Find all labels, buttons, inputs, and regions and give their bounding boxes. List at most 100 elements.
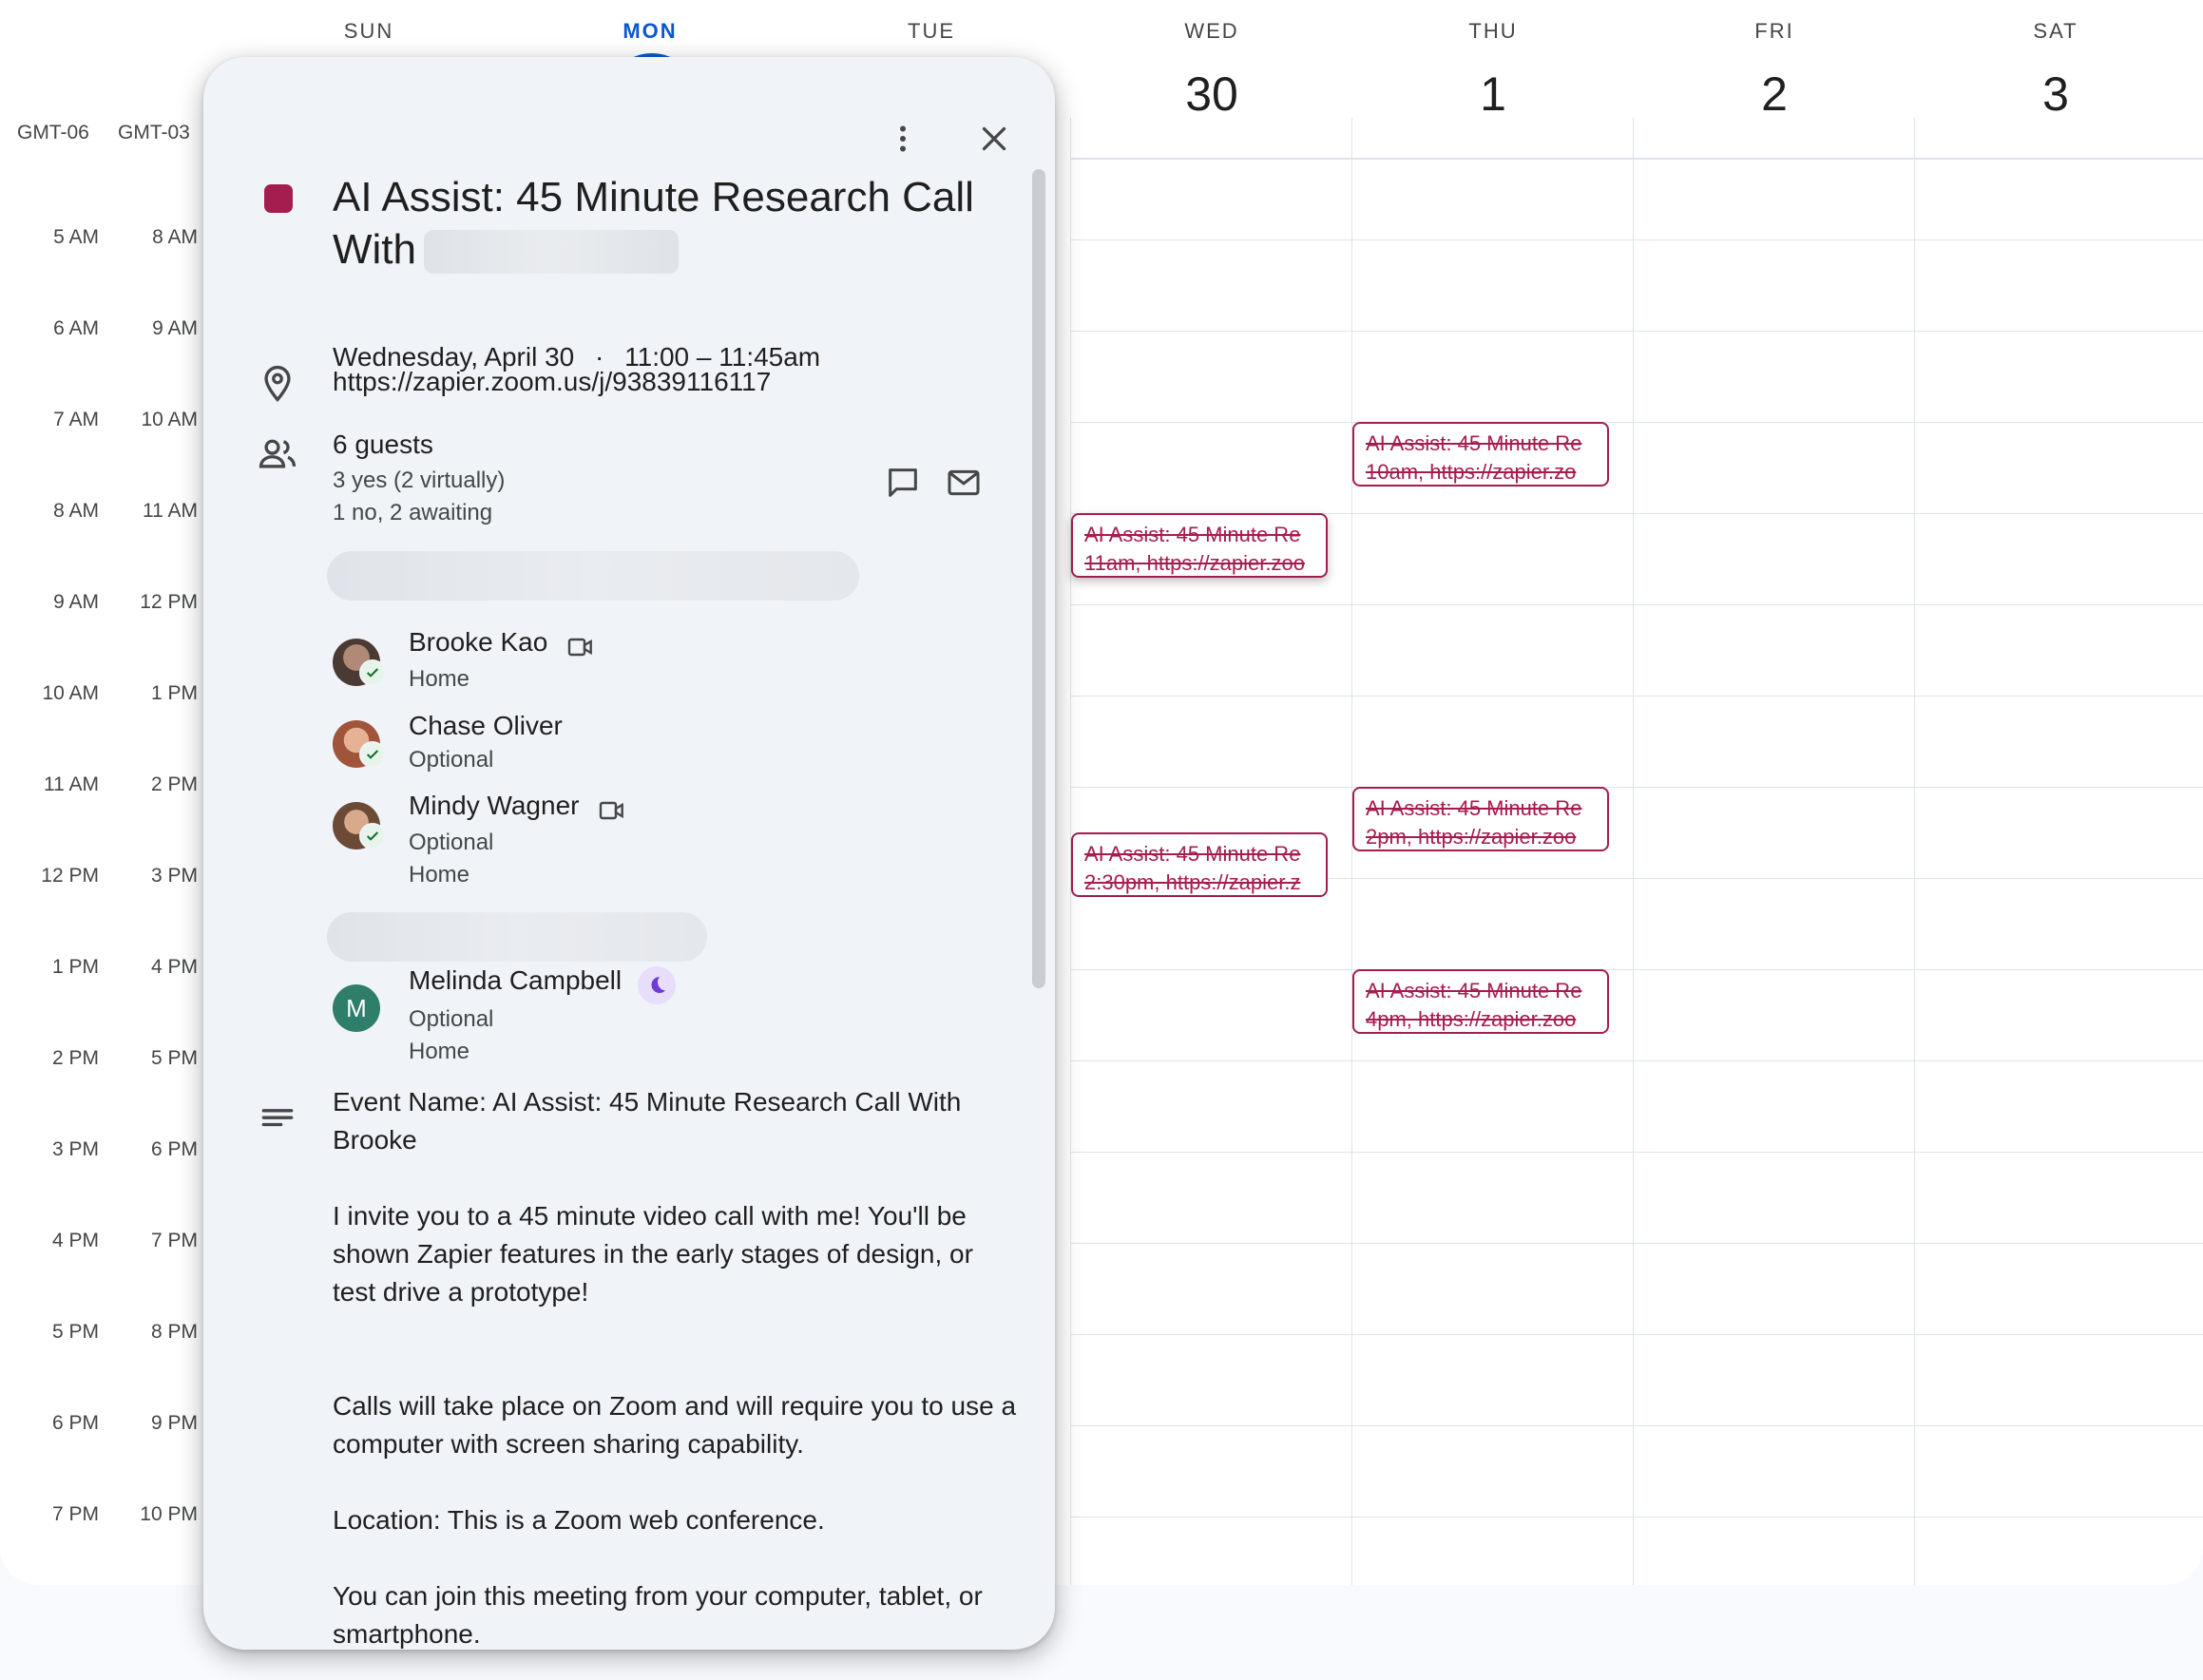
guest-name: Chase Oliver [409,711,563,740]
guest-item[interactable]: Brooke Kao Home [409,627,596,693]
popup-scrollbar[interactable] [1032,169,1045,988]
description-paragraph: I invite you to a 45 minute video call w… [333,1201,973,1307]
notes-icon [261,1109,294,1127]
location-pin-icon [264,365,291,402]
day-number[interactable]: 1 [1352,67,1634,122]
time-label-secondary: 2 PM [150,773,198,795]
guest-detail: Optional [409,829,494,855]
description-paragraph: Location: This is a Zoom web conference. [333,1505,825,1535]
time-label-secondary: 10 AM [141,409,198,430]
event-detail: 11am, https://zapier.zoo [1084,551,1305,575]
time-label-primary: 8 AM [53,500,99,522]
time-label-primary: 5 PM [51,1321,99,1343]
redacted-guest-row [327,912,707,962]
hour-gridline [1070,331,2203,332]
event-chip-wed-11am[interactable]: AI Assist: 45 Minute Re 11am, https://za… [1071,513,1328,578]
chat-guests-button[interactable] [872,452,933,513]
time-label-secondary: 7 PM [150,1230,198,1251]
time-label-secondary: 9 PM [150,1412,198,1434]
guest-item[interactable]: Chase Oliver Optional [409,711,563,773]
time-label-secondary: 5 PM [150,1047,198,1069]
event-color-indicator [264,184,293,213]
guest-detail: Home [409,665,470,692]
header-divider [1070,158,2203,160]
check-icon [366,668,379,678]
time-label-primary: 3 PM [51,1138,99,1160]
hour-gridline [1070,1334,2203,1335]
day-number[interactable]: 30 [1071,67,1352,122]
chat-icon [889,468,917,497]
time-label-secondary: 11 AM [143,500,198,522]
time-label-secondary: 3 PM [150,865,198,887]
day-name: MON [623,19,678,43]
event-chip-thu-4pm[interactable]: AI Assist: 45 Minute Re 4pm, https://zap… [1352,969,1609,1034]
avatar-initial: M [333,984,380,1032]
guest-item[interactable]: Mindy Wagner Optional Home [409,791,627,888]
day-name: TUE [908,19,955,43]
guest-name: Melinda Campbell [409,965,623,995]
day-column-divider [1914,118,1915,1585]
accepted-check-icon [359,741,386,768]
description-paragraph: Calls will take place on Zoom and will r… [333,1391,1017,1459]
description-paragraph: You can join this meeting from your comp… [333,1581,983,1649]
hour-gridline [1070,787,2203,788]
day-column-divider [1633,118,1634,1585]
day-number[interactable]: 2 [1634,67,1915,122]
time-label-primary: 7 PM [51,1503,99,1525]
guest-name: Mindy Wagner [409,791,580,820]
time-label-secondary: 10 PM [140,1503,198,1525]
email-icon [948,469,980,496]
guest-item[interactable]: Melinda Campbell Optional Home [409,965,676,1065]
accepted-check-icon [359,823,386,850]
timezone-primary[interactable]: GMT-06 [17,122,89,144]
event-title: AI Assist: 45 Minute Re [1084,842,1301,866]
day-name: FRI [1754,19,1794,43]
more-vert-icon [900,125,906,152]
hour-gridline [1070,696,2203,697]
guests-count[interactable]: 6 guests [333,430,433,460]
time-label-secondary: 6 PM [150,1138,198,1160]
time-label-primary: 10 AM [42,682,99,704]
guest-detail: Optional [409,747,494,773]
hour-gridline [1070,1152,2203,1153]
accepted-check-icon [359,659,386,686]
hour-gridline [1070,239,2203,240]
location-link[interactable]: https://zapier.zoom.us/j/93839116117 [333,367,771,397]
hour-gridline [1070,422,2203,423]
time-label-primary: 6 PM [51,1412,99,1434]
check-icon [366,831,379,841]
time-label-secondary: 8 AM [152,226,198,248]
time-label-primary: 2 PM [51,1047,99,1069]
guest-name: Brooke Kao [409,627,548,657]
event-chip-wed-230pm[interactable]: AI Assist: 45 Minute Re 2:30pm, https://… [1071,832,1328,897]
time-label-primary: 9 AM [53,591,99,613]
people-icon [259,439,297,468]
time-label-primary: 7 AM [53,409,99,430]
event-detail: 2:30pm, https://zapier.z [1084,870,1301,894]
guest-detail: Home [409,1038,470,1064]
event-detail: 4pm, https://zapier.zoo [1366,1007,1577,1031]
event-detail: 2pm, https://zapier.zoo [1366,825,1577,849]
time-label-primary: 5 AM [53,226,99,248]
close-button[interactable] [964,108,1025,169]
hour-gridline [1070,1243,2203,1244]
guests-other-summary: 1 no, 2 awaiting [333,500,493,525]
event-chip-thu-10am[interactable]: AI Assist: 45 Minute Re 10am, https://za… [1352,422,1609,487]
hour-gridline [1070,604,2203,605]
redacted-guest-row [327,551,859,601]
check-icon [366,750,379,759]
email-guests-button[interactable] [933,452,994,513]
video-icon [567,638,592,656]
event-chip-thu-2pm[interactable]: AI Assist: 45 Minute Re 2pm, https://zap… [1352,787,1609,851]
time-label-secondary: 12 PM [140,591,198,613]
timezone-secondary[interactable]: GMT-03 [118,122,190,144]
event-title-heading: AI Assist: 45 Minute Research Call With [333,171,1017,276]
more-options-button[interactable] [872,108,933,169]
hour-gridline [1070,969,2203,970]
day-number[interactable]: 3 [1915,67,2196,122]
out-of-office-badge [637,965,676,1004]
time-label-secondary: 9 AM [152,317,198,339]
time-label-secondary: 1 PM [150,682,198,704]
time-label-primary: 6 AM [53,317,99,339]
redacted-name [424,230,679,275]
